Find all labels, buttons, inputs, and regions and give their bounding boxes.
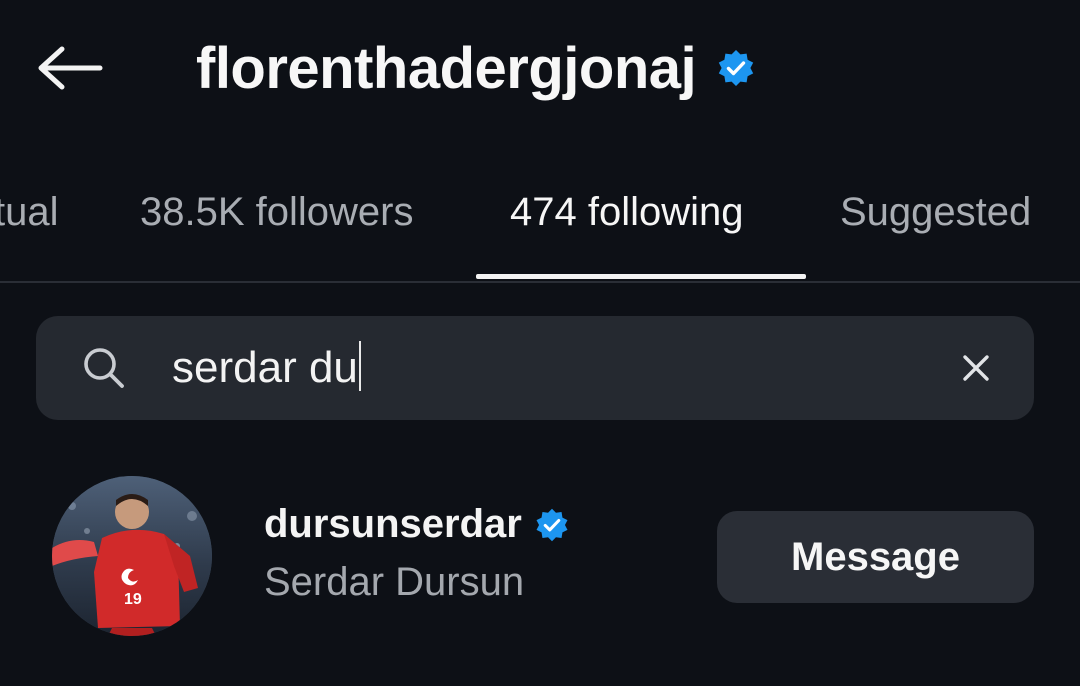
active-tab-indicator	[476, 274, 806, 279]
tab-following[interactable]: 474 following	[510, 190, 744, 235]
message-button[interactable]: Message	[717, 511, 1034, 603]
search-bar[interactable]: serdar du	[36, 316, 1034, 420]
list-item[interactable]: 19 dursunserdar Serdar Dursun Message	[0, 462, 1080, 652]
clear-search-button[interactable]	[954, 346, 998, 390]
search-value: serdar du	[172, 343, 358, 392]
page-title: florenthadergjonaj	[196, 35, 697, 101]
verified-badge-icon	[716, 48, 756, 88]
close-icon	[963, 355, 989, 381]
full-name: Serdar Dursun	[264, 560, 525, 604]
result-username: dursunserdar	[264, 502, 570, 547]
tab-followers[interactable]: 38.5K followers	[140, 190, 413, 235]
tab-suggested[interactable]: Suggested	[840, 190, 1031, 235]
tab-bar: tual 38.5K followers 474 following Sugge…	[0, 168, 1080, 282]
svg-text:19: 19	[124, 591, 142, 608]
profile-title: florenthadergjonaj	[196, 30, 756, 106]
tab-mutual[interactable]: tual	[0, 190, 59, 235]
arrow-left-icon	[38, 46, 103, 90]
search-input[interactable]: serdar du	[172, 338, 361, 398]
verified-badge-icon	[534, 507, 570, 543]
username: dursunserdar	[264, 502, 522, 546]
tabs-divider	[0, 281, 1080, 283]
back-button[interactable]	[34, 40, 106, 96]
text-caret	[358, 341, 361, 391]
avatar[interactable]: 19	[52, 476, 212, 636]
search-icon	[84, 348, 124, 388]
top-bar: florenthadergjonaj	[0, 0, 1080, 140]
